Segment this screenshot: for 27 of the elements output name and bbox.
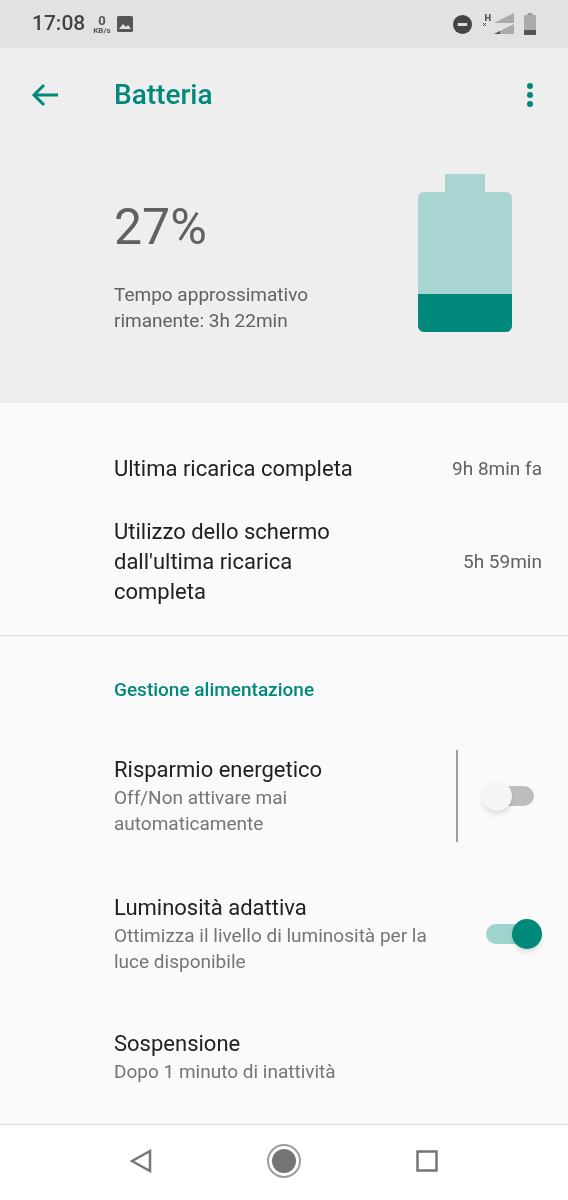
recents-button[interactable] xyxy=(416,1149,438,1172)
setting-item[interactable]: Risparmio energetico Off/Non attivare mai automaticamente xyxy=(0,726,568,865)
usage-label: Ultima ricarica completa xyxy=(114,455,354,483)
setting-title: Sospensione xyxy=(114,1029,242,1058)
battery-percent: 27% xyxy=(114,202,208,252)
setting-summary: Off/Non attivare mai automaticamente xyxy=(114,784,289,837)
do-not-disturb-icon xyxy=(453,14,472,34)
network-speed: 0 KB/s xyxy=(93,13,111,35)
battery-estimate: Tempo approssimativo rimanente: 3h 22min xyxy=(114,282,310,334)
setting-title: Risparmio energetico xyxy=(114,755,324,784)
battery-icon xyxy=(524,13,536,35)
usage-value: 9h 8min fa xyxy=(452,455,542,482)
setting-item[interactable]: Luminosità adattiva Ottimizza il livello di luminosità per la luce disponibile xyxy=(0,864,568,1003)
setting-summary: Ottimizza il livello di luminosità per la luce disponibile xyxy=(114,922,428,975)
setting-title: Luminosità adattiva xyxy=(114,893,308,922)
setting-summary: Dopo 1 minuto di inattività xyxy=(114,1058,337,1085)
usage-label: Utilizzo dello schermo dall'ultima ricarica completa xyxy=(114,518,331,606)
status-time: 17:08 xyxy=(32,10,86,38)
category-title: Gestione alimentazione xyxy=(113,677,316,703)
setting-item[interactable]: Sospensione Dopo 1 minuto di inattività xyxy=(0,1002,568,1085)
usage-value: 5h 59min xyxy=(463,548,542,575)
image-icon xyxy=(116,16,133,32)
signal-icon xyxy=(482,13,516,35)
home-button[interactable] xyxy=(266,1142,302,1179)
back-nav-button[interactable] xyxy=(130,1148,152,1173)
more-vert-icon[interactable] xyxy=(526,82,534,108)
screen-title: Batteria xyxy=(114,77,213,113)
